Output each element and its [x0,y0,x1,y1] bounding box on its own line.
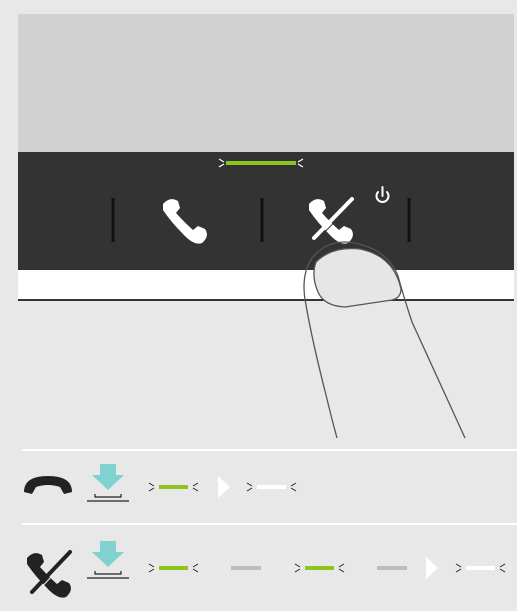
press-down-arrow-icon [87,541,129,579]
led-off [231,566,261,570]
device-control-panel [18,152,514,270]
led-white-blink [246,482,297,492]
speakerphone-diagram [18,14,517,598]
device-top-surface [18,14,514,152]
transition-arrow-icon [426,557,438,579]
phone-receiver-icon [24,476,72,494]
row-end-call [24,464,297,502]
press-down-arrow-icon [87,464,129,502]
transition-arrow-icon [218,476,230,498]
led-white-blink [455,563,506,573]
device-bottom-strip [18,270,514,300]
led-green-blink [148,563,199,573]
led-green-blink [294,563,345,573]
led-off [377,566,407,570]
diagram-stage [0,0,517,611]
row-power-off [27,541,506,598]
led-green-blink [148,482,199,492]
phone-hangup-icon [27,550,74,598]
